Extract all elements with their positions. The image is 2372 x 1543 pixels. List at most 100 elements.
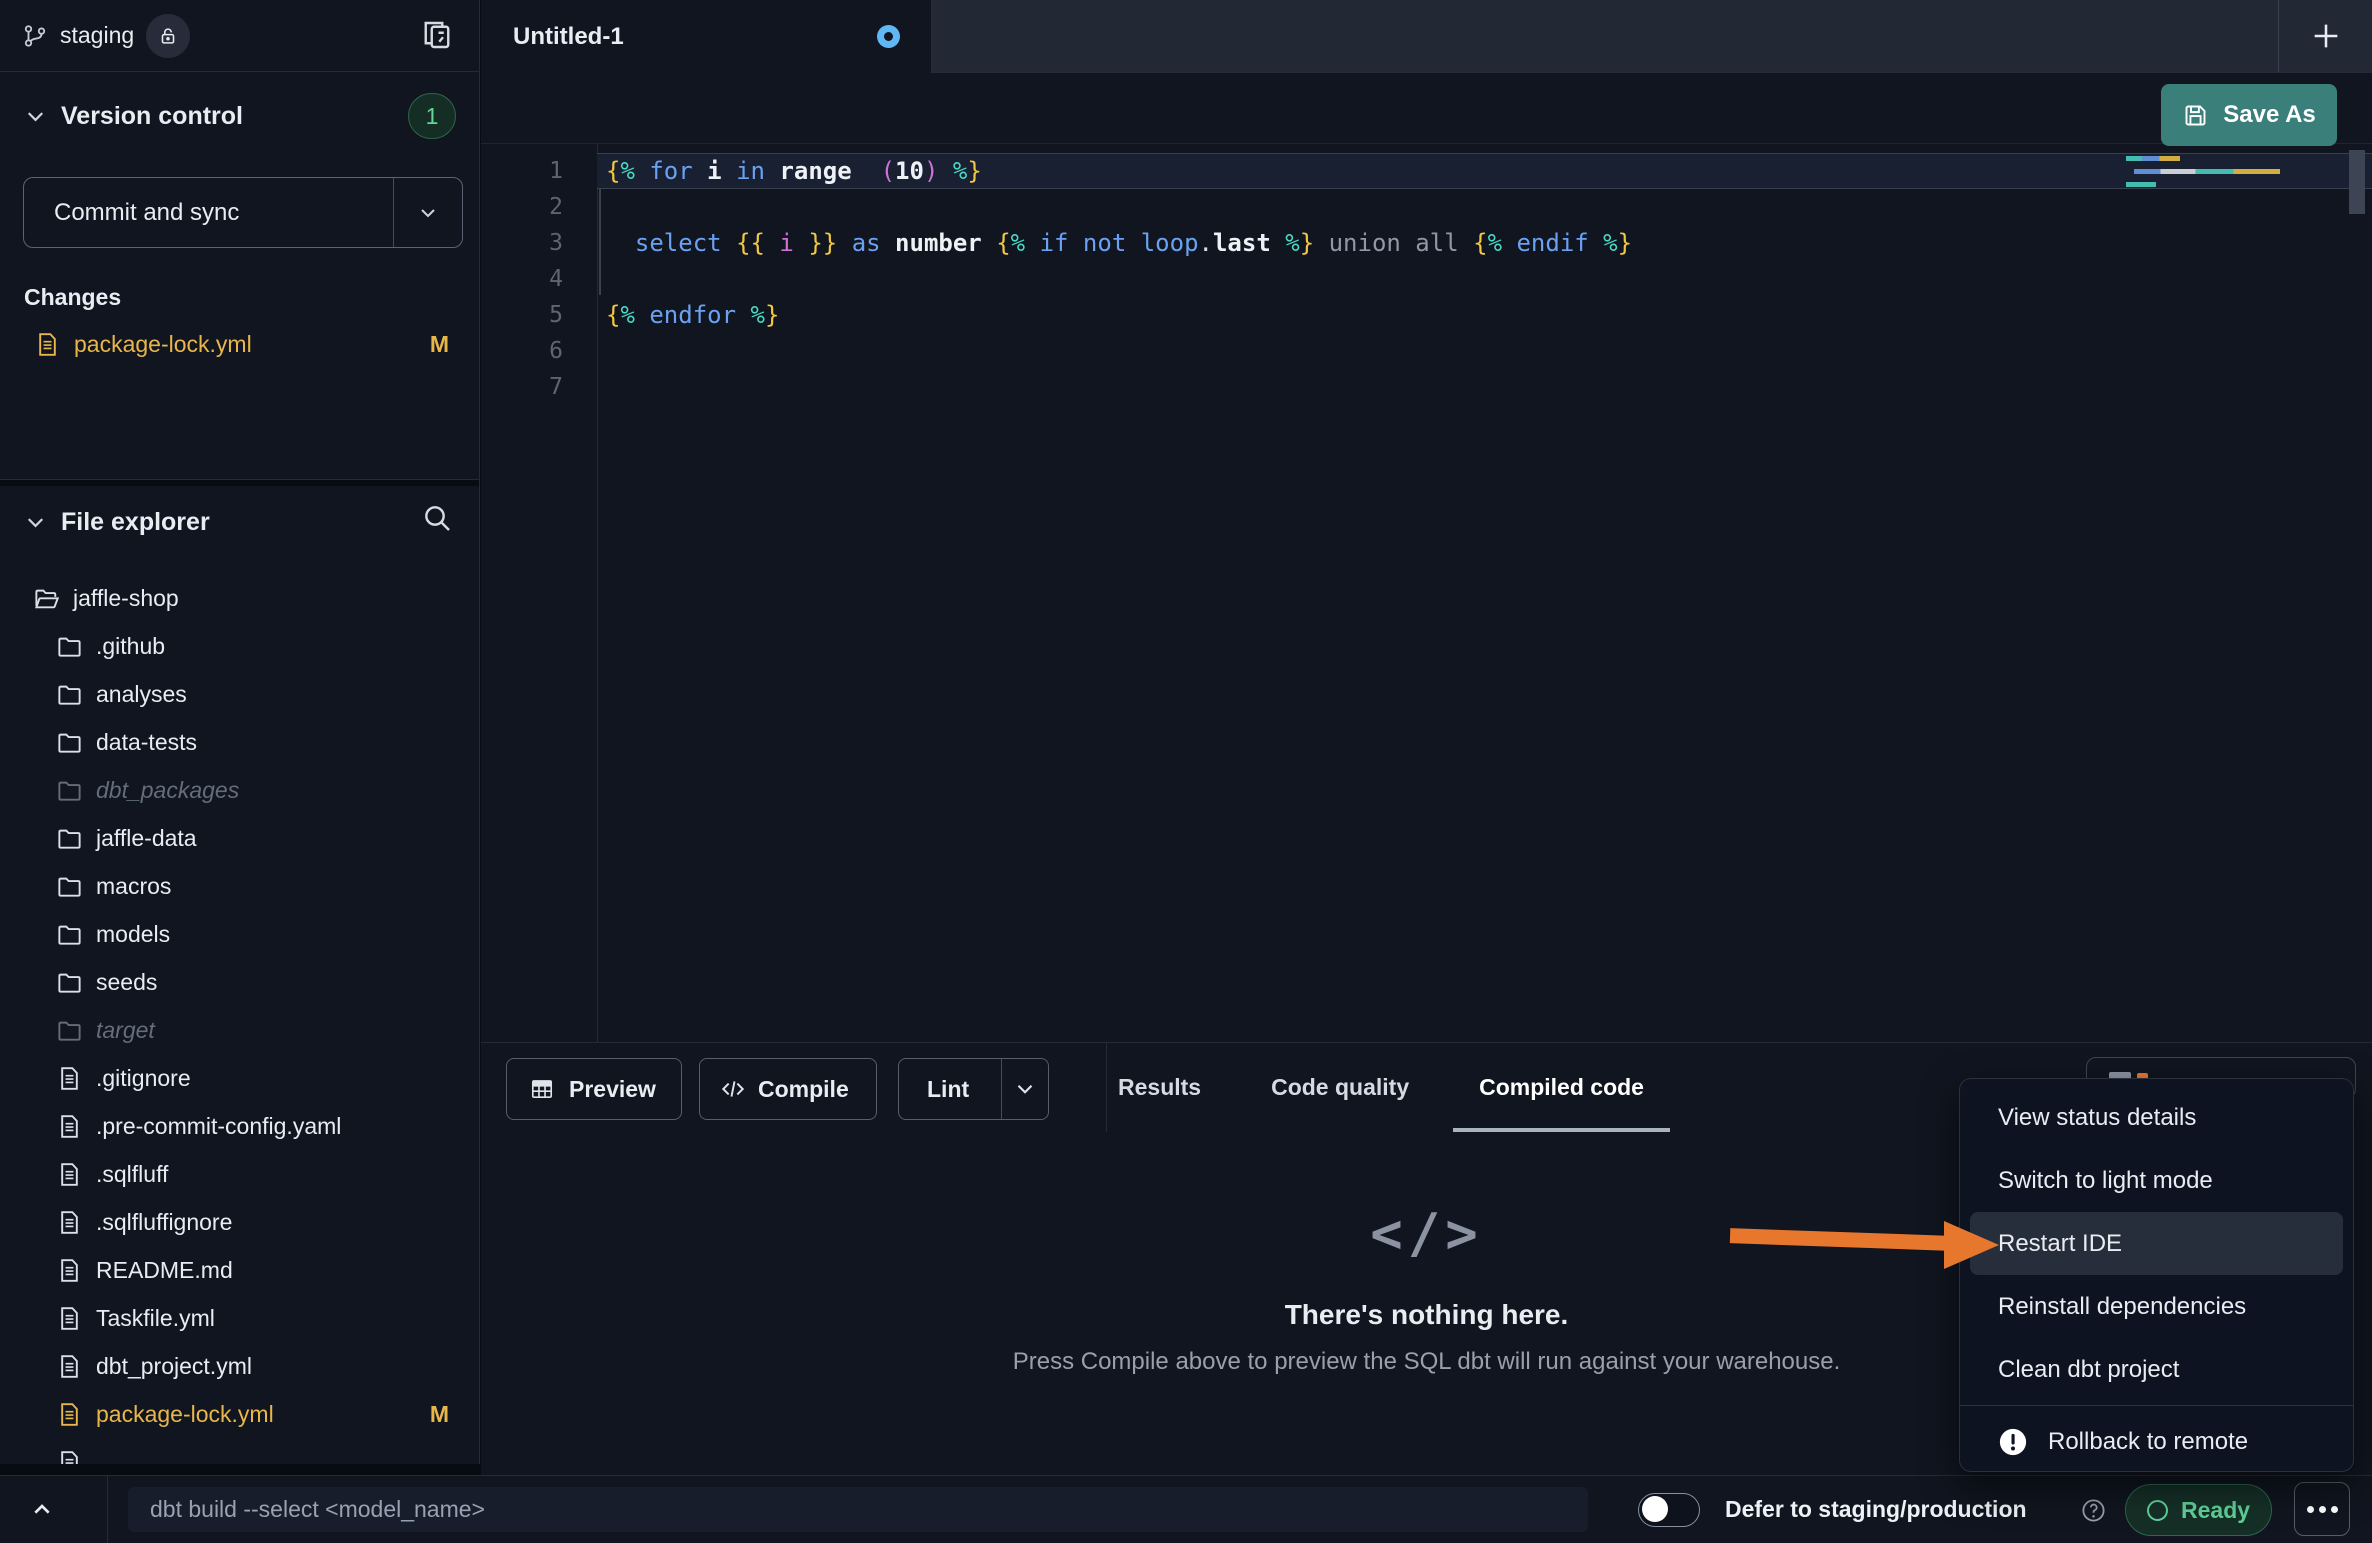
- code-slash-icon: </>: [1370, 1202, 1483, 1265]
- line-number: 3: [481, 225, 597, 261]
- line-number: 2: [481, 189, 597, 225]
- code-line-6[interactable]: 6: [481, 333, 2372, 369]
- version-control-header[interactable]: Version control: [22, 92, 243, 140]
- branch-name: staging: [60, 22, 134, 49]
- preview-label: Preview: [569, 1076, 656, 1103]
- branch-lock-pill: [146, 14, 190, 58]
- tree-item-readme-md[interactable]: README.md: [0, 1246, 479, 1294]
- empty-state-subtitle: Press Compile above to preview the SQL d…: [1013, 1348, 1841, 1376]
- tree-item-sqlfluffignore[interactable]: .sqlfluffignore: [0, 1198, 479, 1246]
- tree-item-dbt-project-yml[interactable]: dbt_project.yml: [0, 1342, 479, 1390]
- branch-selector[interactable]: staging: [22, 0, 190, 71]
- ellipsis-icon: [2331, 1506, 2338, 1513]
- tree-item-label: dbt_packages: [96, 777, 239, 804]
- minimap-line: [2126, 182, 2156, 187]
- changed-file-row[interactable]: package-lock.yml M: [0, 320, 479, 368]
- folder-icon: [56, 921, 83, 948]
- bar-divider: [107, 1476, 108, 1543]
- menu-item-switch-to-light-mode[interactable]: Switch to light mode: [1960, 1149, 2353, 1212]
- chevron-down-icon: [416, 201, 440, 225]
- tree-item-seeds[interactable]: seeds: [0, 958, 479, 1006]
- tab-compiled-code[interactable]: Compiled code: [1479, 1043, 1644, 1132]
- tree-item-clipped[interactable]: [0, 1438, 479, 1464]
- tree-item-pre-commit-config-yaml[interactable]: .pre-commit-config.yaml: [0, 1102, 479, 1150]
- tree-item-taskfile-yml[interactable]: Taskfile.yml: [0, 1294, 479, 1342]
- line-number: 4: [481, 261, 597, 297]
- minimap[interactable]: [2126, 150, 2356, 196]
- tree-item-sqlfluff[interactable]: .sqlfluff: [0, 1150, 479, 1198]
- code-line-2[interactable]: 2: [481, 189, 2372, 225]
- chevron-up-icon[interactable]: [26, 1494, 58, 1526]
- tree-item-macros[interactable]: macros: [0, 862, 479, 910]
- commit-dropdown-toggle[interactable]: [394, 178, 462, 247]
- code-line-3[interactable]: 3 select {{ i }} as number {% if not loo…: [481, 225, 2372, 261]
- tree-item-package-lock-yml[interactable]: package-lock.ymlM: [0, 1390, 479, 1438]
- line-content: {% endfor %}: [597, 297, 2372, 333]
- line-content: [597, 261, 2372, 297]
- defer-toggle[interactable]: [1638, 1493, 1700, 1527]
- code-line-4[interactable]: 4: [481, 261, 2372, 297]
- menu-item-restart-ide[interactable]: Restart IDE: [1970, 1212, 2343, 1275]
- menu-item-clean-dbt-project[interactable]: Clean dbt project: [1960, 1338, 2353, 1401]
- plus-icon: [2309, 19, 2343, 53]
- tree-item-label: README.md: [96, 1257, 233, 1284]
- tab-untitled-1[interactable]: Untitled-1: [481, 0, 932, 73]
- file-icon: [56, 1161, 83, 1188]
- code-icon: [720, 1076, 746, 1102]
- code-lines: 1{% for i in range (10) %}23 select {{ i…: [481, 153, 2372, 405]
- menu-item-label: Switch to light mode: [1998, 1167, 2213, 1195]
- line-number: 5: [481, 297, 597, 333]
- chevron-down-icon: [22, 509, 49, 536]
- copy-icon[interactable]: [419, 17, 455, 53]
- tree-item-data-tests[interactable]: data-tests: [0, 718, 479, 766]
- line-number: 7: [481, 369, 597, 405]
- lint-button[interactable]: Lint: [898, 1058, 1049, 1120]
- scrollbar-thumb[interactable]: [2349, 150, 2365, 214]
- tree-item-jaffle-data[interactable]: jaffle-data: [0, 814, 479, 862]
- tree-item-models[interactable]: models: [0, 910, 479, 958]
- tree-item-target[interactable]: target: [0, 1006, 479, 1054]
- compile-button[interactable]: Compile: [699, 1058, 877, 1120]
- code-line-7[interactable]: 7: [481, 369, 2372, 405]
- tree-item-analyses[interactable]: analyses: [0, 670, 479, 718]
- file-icon: [56, 1353, 83, 1380]
- save-as-label: Save As: [2223, 101, 2316, 129]
- file-explorer-title: File explorer: [61, 508, 210, 537]
- tab-code-quality[interactable]: Code quality: [1271, 1043, 1409, 1132]
- menu-item-view-status-details[interactable]: View status details: [1960, 1086, 2353, 1149]
- branch-header: staging: [0, 0, 479, 72]
- new-tab-button[interactable]: [2279, 0, 2372, 72]
- file-explorer-header[interactable]: File explorer: [22, 498, 210, 546]
- command-input[interactable]: dbt build --select <model_name>: [128, 1487, 1588, 1532]
- preview-button[interactable]: Preview: [506, 1058, 682, 1120]
- code-editor[interactable]: 1{% for i in range (10) %}23 select {{ i…: [481, 144, 2372, 1042]
- line-number: 6: [481, 333, 597, 369]
- tab-strip: Untitled-1: [481, 0, 2372, 73]
- toggle-knob: [1642, 1496, 1668, 1522]
- help-icon[interactable]: [2080, 1497, 2107, 1524]
- editor-subheader: [481, 73, 2372, 144]
- commit-and-sync-button[interactable]: Commit and sync: [23, 177, 463, 248]
- ready-status-badge[interactable]: Ready: [2125, 1484, 2272, 1536]
- chevron-down-icon: [22, 103, 49, 130]
- search-icon[interactable]: [421, 502, 453, 534]
- tree-item-label: .sqlfluffignore: [96, 1209, 232, 1236]
- more-options-button[interactable]: [2294, 1482, 2350, 1536]
- lint-dropdown-toggle[interactable]: [1002, 1059, 1048, 1119]
- code-line-5[interactable]: 5{% endfor %}: [481, 297, 2372, 333]
- tree-item-jaffle-shop[interactable]: jaffle-shop: [0, 574, 479, 622]
- menu-item-reinstall-dependencies[interactable]: Reinstall dependencies: [1960, 1275, 2353, 1338]
- tree-item-label: package-lock.yml: [96, 1401, 274, 1428]
- tree-item-gitignore[interactable]: .gitignore: [0, 1054, 479, 1102]
- file-icon: [56, 1209, 83, 1236]
- tree-item-dbt-packages[interactable]: dbt_packages: [0, 766, 479, 814]
- code-line-1[interactable]: 1{% for i in range (10) %}: [481, 153, 2372, 189]
- tree-item-github[interactable]: .github: [0, 622, 479, 670]
- alert-icon: [1998, 1427, 2028, 1457]
- menu-item-rollback-to-remote[interactable]: Rollback to remote: [1960, 1410, 2353, 1473]
- file-icon: [56, 1065, 83, 1092]
- save-as-button[interactable]: Save As: [2161, 84, 2337, 146]
- sidebar: staging Version control 1 Commit and syn…: [0, 0, 480, 1464]
- tab-results[interactable]: Results: [1118, 1043, 1201, 1132]
- dbt-ide-app: staging Version control 1 Commit and syn…: [0, 0, 2372, 1542]
